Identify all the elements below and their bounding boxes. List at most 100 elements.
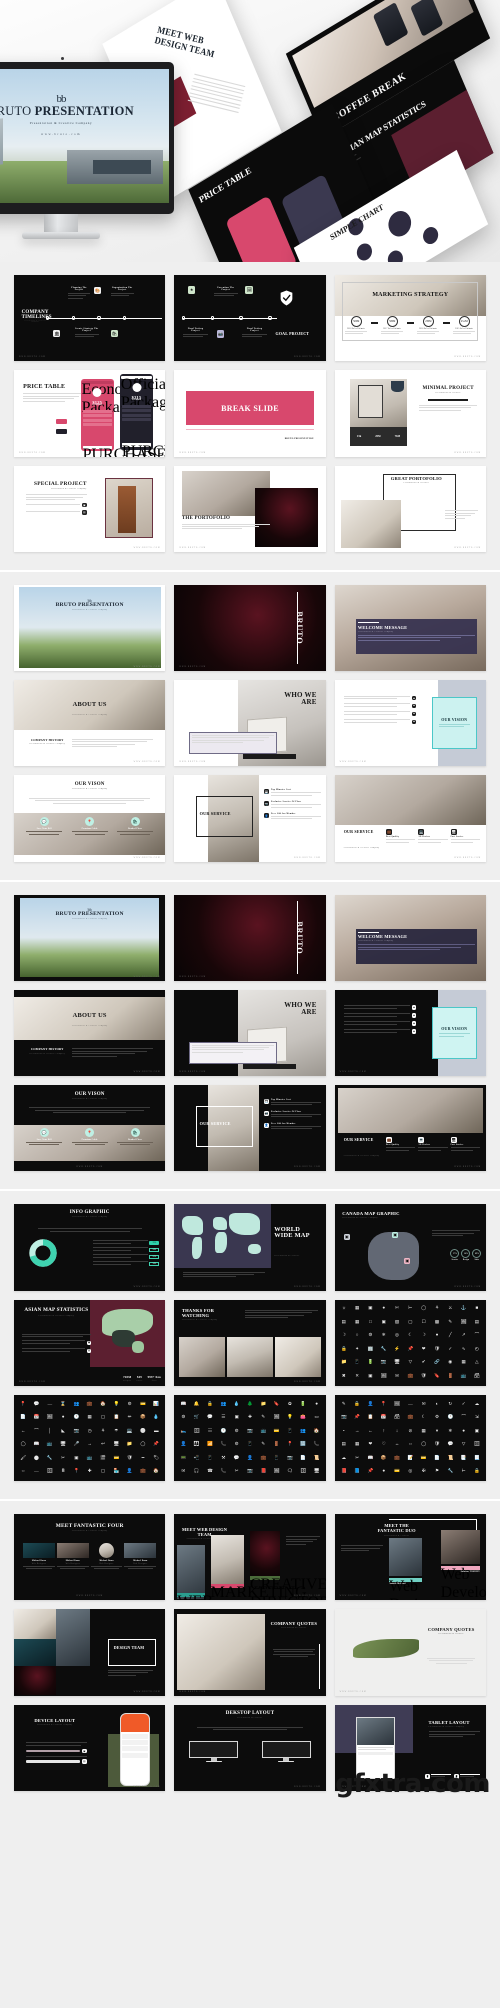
briefcase-icon[interactable]: 💼 bbox=[257, 1452, 269, 1464]
mail-icon[interactable]: ✉ bbox=[177, 1465, 189, 1477]
cut-icon[interactable]: ✂ bbox=[351, 1452, 363, 1464]
note-icon[interactable]: 📝 bbox=[404, 1452, 416, 1464]
shop-icon[interactable]: 🏪 bbox=[110, 1465, 122, 1477]
gear-icon[interactable]: ⚙ bbox=[431, 1411, 443, 1423]
chat-icon[interactable]: 💬 bbox=[204, 1411, 216, 1423]
minus-icon[interactable]: — bbox=[404, 1398, 416, 1410]
card2-icon[interactable]: 💳 bbox=[137, 1398, 149, 1410]
circle2-icon[interactable]: ● bbox=[57, 1411, 69, 1423]
gear3-icon[interactable]: ⚙ bbox=[231, 1438, 243, 1450]
bag-icon[interactable]: 💼 bbox=[404, 1370, 416, 1382]
image-icon[interactable]: 🖼 bbox=[271, 1465, 283, 1477]
leaf-icon[interactable]: 🍂 bbox=[378, 1384, 390, 1386]
curve2-icon[interactable]: ⌒ bbox=[30, 1425, 42, 1437]
media-icon[interactable]: 🎬 bbox=[97, 1452, 109, 1464]
globe-icon[interactable]: 🌐 bbox=[351, 1479, 363, 1481]
bolt-icon[interactable]: ⚡ bbox=[391, 1343, 403, 1355]
team-icon[interactable]: 👥 bbox=[297, 1425, 309, 1437]
banner-icon[interactable]: ⚑ bbox=[444, 1384, 456, 1386]
slide-icon-pack-1[interactable]: ☼ ▦ ▣ ● ✄ ⊢ ◯ ⚘ ⚔ ⚓ ■ ▤ ▦ □ ▣ ▧ ▢ ☐ ▩ ✎ … bbox=[334, 1299, 486, 1386]
moon-icon[interactable]: ☾ bbox=[418, 1411, 430, 1423]
flag-icon[interactable]: ⚑ bbox=[431, 1465, 443, 1477]
square-icon[interactable]: ■ bbox=[471, 1303, 483, 1315]
briefcase-icon[interactable]: 💼 bbox=[84, 1398, 96, 1410]
calc-icon[interactable]: 🖩 bbox=[57, 1465, 69, 1477]
pin2-icon[interactable]: 📌 bbox=[351, 1411, 363, 1423]
card2-icon[interactable]: 💳 bbox=[391, 1465, 403, 1477]
crossing-icon[interactable]: ✕ bbox=[351, 1370, 363, 1382]
people-icon[interactable]: 👥 bbox=[70, 1398, 82, 1410]
tv-icon[interactable]: 📺 bbox=[257, 1425, 269, 1437]
chat-icon[interactable]: 💬 bbox=[30, 1398, 42, 1410]
ban-icon[interactable]: ⊘ bbox=[404, 1425, 416, 1437]
doc-icon[interactable]: 📄 bbox=[297, 1452, 309, 1464]
slide-company-timelines[interactable]: COMPANY TIMELINES Presentation & Creativ… bbox=[14, 275, 166, 362]
archive-icon[interactable]: 🗃 bbox=[391, 1411, 403, 1423]
pointer-icon[interactable]: ◣ bbox=[57, 1425, 69, 1437]
blocks-icon[interactable]: ▧ bbox=[391, 1316, 403, 1328]
disc-icon[interactable]: ◉ bbox=[444, 1357, 456, 1369]
tag-icon[interactable]: 🏷 bbox=[364, 1479, 376, 1481]
slide-who-we-are-dark[interactable]: WHO WE ARE WWW.BRUTO.COM bbox=[174, 989, 326, 1076]
card3-icon[interactable]: 💳 bbox=[110, 1452, 122, 1464]
gear2-icon[interactable]: ⚙ bbox=[124, 1398, 136, 1410]
phone3-icon[interactable]: 📱 bbox=[271, 1452, 283, 1464]
grid-icon[interactable]: ▦ bbox=[418, 1425, 430, 1437]
dot-icon[interactable]: ● bbox=[378, 1303, 390, 1315]
bracket-icon[interactable]: ⊢ bbox=[404, 1303, 416, 1315]
slide-meet-the-fantastic-duo[interactable]: MEET THE FANTASTIC DUO Presentation & Cr… bbox=[334, 1514, 486, 1601]
circle-icon[interactable]: ○ bbox=[351, 1330, 363, 1342]
clock4-icon[interactable]: ◷ bbox=[84, 1425, 96, 1437]
box2-icon[interactable]: 📦 bbox=[137, 1411, 149, 1423]
battery-icon[interactable]: 🔋 bbox=[297, 1398, 309, 1410]
call2-icon[interactable]: 📟 bbox=[177, 1452, 189, 1464]
gear-icon[interactable]: ⚙ bbox=[364, 1330, 376, 1342]
check-icon[interactable]: ✓ bbox=[457, 1398, 469, 1410]
compass-icon[interactable]: ✚ bbox=[244, 1411, 256, 1423]
panel2-icon[interactable]: ▢ bbox=[97, 1411, 109, 1423]
mark-icon[interactable]: ✔ bbox=[418, 1357, 430, 1369]
pin-icon[interactable]: 📍 bbox=[284, 1438, 296, 1450]
tv-icon[interactable]: 📺 bbox=[457, 1370, 469, 1382]
droplet-icon[interactable]: 💧 bbox=[150, 1411, 162, 1423]
image-icon[interactable]: 🖼 bbox=[391, 1398, 403, 1410]
dash-icon[interactable]: — bbox=[30, 1465, 42, 1477]
camera-icon[interactable]: 📷 bbox=[338, 1411, 350, 1423]
scissors-icon[interactable]: ✂ bbox=[231, 1465, 243, 1477]
shield-icon[interactable]: 🛡 bbox=[431, 1343, 443, 1355]
cloud-icon[interactable]: ☁ bbox=[391, 1384, 403, 1386]
slide-thanks-for-watching[interactable]: THANKS FOR WATCHING Presentation & Creat… bbox=[174, 1299, 326, 1386]
call3-icon[interactable]: 📲 bbox=[191, 1452, 203, 1464]
folder-icon[interactable]: 📁 bbox=[257, 1398, 269, 1410]
bookmark-icon[interactable]: 🔖 bbox=[271, 1398, 283, 1410]
wrench-icon[interactable]: 🔧 bbox=[378, 1343, 390, 1355]
expand-icon[interactable]: ⇲ bbox=[471, 1411, 483, 1423]
home-icon[interactable]: 🏠 bbox=[97, 1398, 109, 1410]
tag-icon[interactable]: 🏷 bbox=[364, 1384, 376, 1386]
tv3-icon[interactable]: 📺 bbox=[84, 1452, 96, 1464]
cloud2-icon[interactable]: ☁ bbox=[338, 1452, 350, 1464]
grid2-icon[interactable]: ▦ bbox=[84, 1411, 96, 1423]
cart-icon[interactable]: 🛒 bbox=[191, 1411, 203, 1423]
edit-icon[interactable]: ✎ bbox=[257, 1411, 269, 1423]
filter-icon[interactable]: ▽ bbox=[404, 1357, 416, 1369]
slide-design-team[interactable]: DESIGN TEAM WWW.BRUTO.COM bbox=[14, 1609, 166, 1696]
target-icon[interactable]: ◎ bbox=[404, 1465, 416, 1477]
book-icon[interactable]: 📖 bbox=[30, 1438, 42, 1450]
window-icon[interactable]: ▣ bbox=[231, 1411, 243, 1423]
briefcase-icon[interactable]: 💼 bbox=[404, 1411, 416, 1423]
filter-icon[interactable]: ▽ bbox=[457, 1438, 469, 1450]
photo2-icon[interactable]: 📷 bbox=[244, 1465, 256, 1477]
user-icon[interactable]: 👤 bbox=[364, 1398, 376, 1410]
door-icon[interactable]: 🚪 bbox=[271, 1438, 283, 1450]
window-icon[interactable]: ▣ bbox=[471, 1425, 483, 1437]
pin-icon[interactable]: 📍 bbox=[378, 1398, 390, 1410]
spot-icon[interactable]: • bbox=[378, 1479, 390, 1481]
wave-icon[interactable]: ∿ bbox=[457, 1343, 469, 1355]
telephone-icon[interactable]: ☎ bbox=[204, 1465, 216, 1477]
bookmark-icon[interactable]: 🔖 bbox=[431, 1370, 443, 1382]
card-icon[interactable]: 💳 bbox=[418, 1452, 430, 1464]
box-icon[interactable]: 📦 bbox=[378, 1452, 390, 1464]
star-icon[interactable]: ✦ bbox=[351, 1343, 363, 1355]
table-icon[interactable]: ▣ bbox=[364, 1303, 376, 1315]
